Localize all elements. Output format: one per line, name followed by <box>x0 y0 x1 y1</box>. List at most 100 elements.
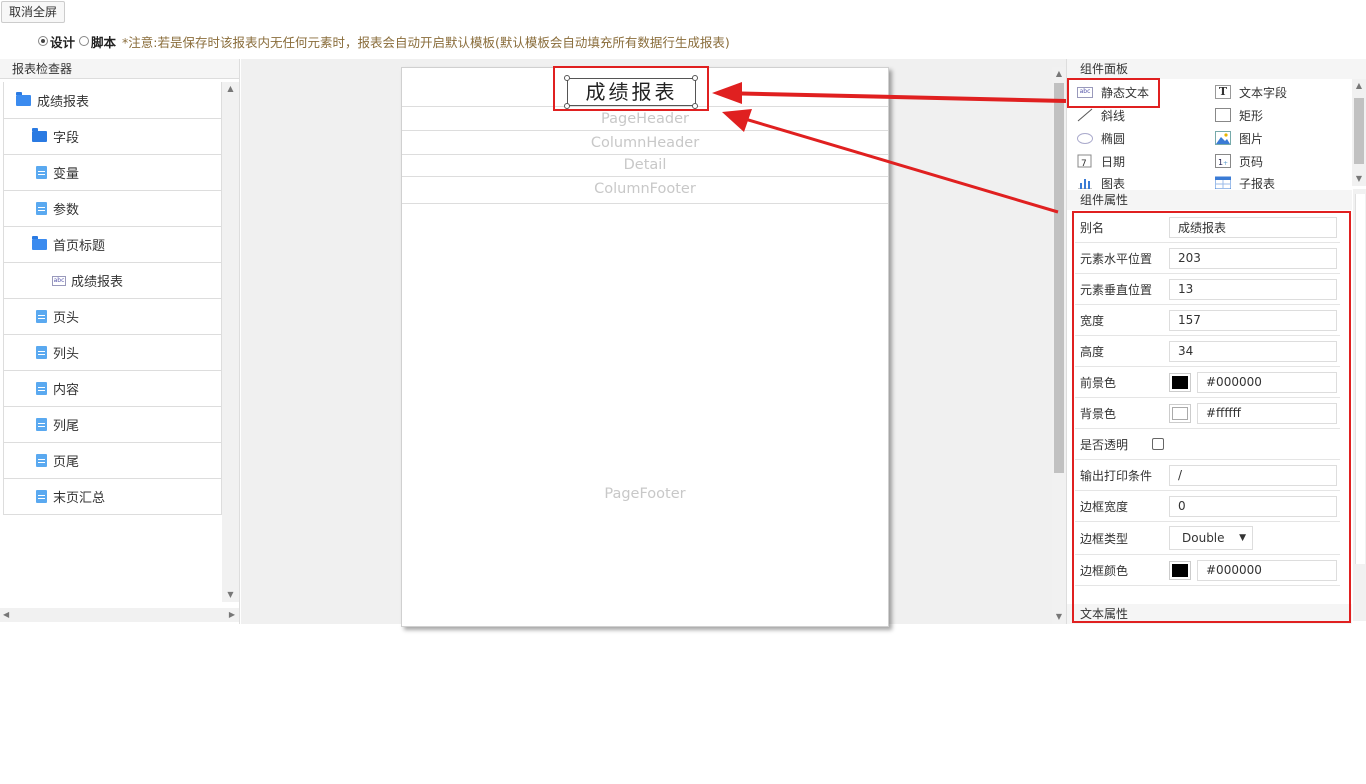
document-icon <box>36 418 47 431</box>
component-subreport[interactable]: 子报表 <box>1215 173 1275 189</box>
tree-item-column-footer[interactable]: 列尾 <box>4 406 221 442</box>
tree-item-label: 首页标题 <box>53 239 106 254</box>
column-header-band[interactable]: ColumnHeader <box>402 131 888 155</box>
component-text-field[interactable]: T 文本字段 <box>1215 82 1287 102</box>
component-rectangle[interactable]: 矩形 <box>1215 105 1263 125</box>
design-mode-label[interactable]: 设计 <box>50 32 75 51</box>
tree-item-column-header[interactable]: 列头 <box>4 334 221 370</box>
tree-item-label: 内容 <box>53 383 80 398</box>
component-chart[interactable]: 图表 <box>1077 173 1125 189</box>
scroll-up-icon[interactable]: ▲ <box>1352 79 1366 93</box>
tree-item-fields[interactable]: 字段 <box>4 118 221 154</box>
scroll-down-icon[interactable]: ▼ <box>222 588 239 602</box>
svg-text:7: 7 <box>1081 159 1087 168</box>
tree-item-title-band[interactable]: 首页标题 <box>4 226 221 262</box>
script-mode-label[interactable]: 脚本 <box>91 32 116 51</box>
tree-item-detail[interactable]: 内容 <box>4 370 221 406</box>
canvas-scroll-thumb[interactable] <box>1054 83 1064 473</box>
scroll-left-icon[interactable]: ◀ <box>3 608 9 622</box>
rectangle-icon <box>1215 108 1231 122</box>
component-label: 文本字段 <box>1239 85 1288 100</box>
document-icon <box>36 310 47 323</box>
tree-item-label: 字段 <box>53 131 80 146</box>
folder-open-icon <box>16 91 31 106</box>
chart-icon <box>1078 179 1092 189</box>
tree-item-label: 页尾 <box>53 455 80 470</box>
tree-item-title-element[interactable]: abc 成绩报表 <box>4 262 221 298</box>
component-page-number[interactable]: 1 + 页码 <box>1215 151 1263 171</box>
tree-item-label: 变量 <box>53 167 80 182</box>
design-canvas[interactable]: PageHeader ColumnHeader Detail ColumnFoo… <box>241 59 1066 628</box>
component-panel-title: 组件面板 <box>1067 59 1366 79</box>
component-label: 页码 <box>1239 154 1264 169</box>
component-label: 图片 <box>1239 131 1264 146</box>
calendar-icon: 7 <box>1077 154 1092 168</box>
properties-scrollbar[interactable] <box>1353 189 1366 621</box>
component-date[interactable]: 7 日期 <box>1077 151 1125 171</box>
exit-fullscreen-button[interactable]: 取消全屏 <box>1 1 66 23</box>
component-label: 斜线 <box>1101 108 1126 123</box>
page-footer-band[interactable]: PageFooter <box>402 204 888 628</box>
component-palette-scrollbar[interactable]: ▲ ▼ <box>1352 79 1366 186</box>
tree-item-page-footer[interactable]: 页尾 <box>4 442 221 478</box>
scroll-up-icon[interactable]: ▲ <box>222 82 239 96</box>
component-ellipse[interactable]: 椭圆 <box>1077 128 1125 148</box>
component-line[interactable]: 斜线 <box>1077 105 1125 125</box>
tree-item-label: 末页汇总 <box>53 491 106 506</box>
report-inspector-panel: 报表检查器 成绩报表 字段 变量 参数 首页标题 abc 成绩报表 页头 列头 … <box>0 59 240 624</box>
palette-scroll-thumb[interactable] <box>1354 98 1364 164</box>
component-label: 椭圆 <box>1101 131 1126 146</box>
ellipse-icon <box>1077 132 1093 144</box>
script-mode-radio[interactable] <box>79 36 90 46</box>
folder-icon <box>32 128 47 142</box>
column-footer-band[interactable]: ColumnFooter <box>402 177 888 204</box>
svg-text:+: + <box>1223 160 1228 167</box>
tree-item-label: 参数 <box>53 203 80 218</box>
document-icon <box>36 382 47 395</box>
inspector-horizontal-scrollbar[interactable]: ◀ ▶ <box>0 608 239 622</box>
scroll-right-icon[interactable]: ▶ <box>229 608 235 622</box>
scroll-up-icon[interactable]: ▲ <box>1052 67 1066 81</box>
detail-band[interactable]: Detail <box>402 155 888 177</box>
inspector-vertical-scrollbar[interactable]: ▲ ▼ <box>222 82 239 602</box>
top-toolbar: 取消全屏 设计 脚本 *注意:若是保存时该报表内无任何元素时，报表会自动开启默认… <box>0 0 1366 58</box>
title-element-highlight <box>553 66 709 111</box>
tree-item-variables[interactable]: 变量 <box>4 154 221 190</box>
scroll-down-icon[interactable]: ▼ <box>1352 172 1366 186</box>
tree-item-label: 成绩报表 <box>37 94 90 110</box>
folder-open-icon <box>32 236 47 250</box>
document-icon <box>36 490 47 503</box>
tree-item-label: 列头 <box>53 347 80 362</box>
right-panel: 组件面板 abc 静态文本 T 文本字段 斜线 矩形 椭圆 图片 7 日期 1 … <box>1066 59 1366 624</box>
report-page[interactable]: PageHeader ColumnHeader Detail ColumnFoo… <box>401 66 889 628</box>
report-inspector-title: 报表检查器 <box>0 59 239 79</box>
subreport-icon <box>1215 176 1231 189</box>
page-number-icon: 1 + <box>1215 154 1231 168</box>
design-mode-radio[interactable] <box>38 36 48 46</box>
document-icon <box>36 454 47 467</box>
tree-item-summary[interactable]: 末页汇总 <box>4 478 221 514</box>
static-text-icon: abc <box>52 275 66 286</box>
properties-scroll-thumb[interactable] <box>1355 194 1365 564</box>
tree-item-label: 列尾 <box>53 419 80 434</box>
inspector-tree: 成绩报表 字段 变量 参数 首页标题 abc 成绩报表 页头 列头 内容 列尾 … <box>3 82 222 515</box>
document-icon <box>36 166 47 179</box>
tree-item-report-root[interactable]: 成绩报表 <box>4 82 221 118</box>
tree-item-page-header[interactable]: 页头 <box>4 298 221 334</box>
component-image[interactable]: 图片 <box>1215 128 1263 148</box>
document-icon <box>36 202 47 215</box>
text-field-icon: T <box>1215 85 1231 99</box>
template-note: *注意:若是保存时该报表内无任何元素时，报表会自动开启默认模板(默认模板会自动填… <box>122 34 730 50</box>
document-icon <box>36 346 47 359</box>
tree-item-parameters[interactable]: 参数 <box>4 190 221 226</box>
component-label: 图表 <box>1101 176 1126 190</box>
component-label: 矩形 <box>1239 108 1264 123</box>
component-label: 日期 <box>1101 154 1126 169</box>
canvas-vertical-scrollbar[interactable]: ▲ ▼ <box>1052 67 1066 624</box>
component-label: 子报表 <box>1239 176 1276 190</box>
tree-item-label: 页头 <box>53 311 80 326</box>
properties-highlight <box>1072 211 1351 623</box>
image-icon <box>1215 131 1231 145</box>
mode-selector: 设计 脚本 *注意:若是保存时该报表内无任何元素时，报表会自动开启默认模板(默认… <box>38 32 730 50</box>
scroll-down-icon[interactable]: ▼ <box>1052 610 1066 624</box>
